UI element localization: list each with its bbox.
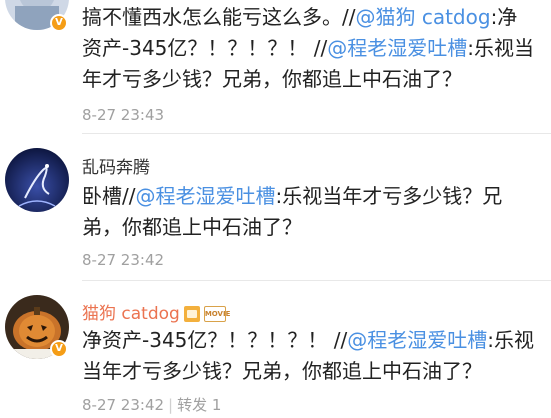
comment-time: 8-27 23:43	[82, 106, 165, 124]
mention-link[interactable]: @程老湿爱吐槽	[347, 328, 487, 352]
comment-text: 净资产-345亿？！？！？！ //@程老湿爱吐槽:乐视当年才亏多少钱？兄弟，你都…	[82, 328, 534, 383]
divider	[82, 133, 551, 134]
verified-badge-icon: V	[50, 14, 68, 32]
username[interactable]: 乱码奔腾	[82, 158, 150, 178]
repost-button[interactable]: 转发 1	[177, 396, 221, 414]
comment-1: V 搞不懂西水怎么能亏这么多。//@猫狗 catdog:净资产-345亿？！？！…	[0, 0, 551, 134]
avatar[interactable]	[5, 148, 69, 212]
divider	[82, 280, 551, 281]
comment-meta: 8-27 23:42 | 转发 1	[82, 396, 221, 414]
verified-badge-icon: V	[50, 340, 68, 358]
mention-link[interactable]: @猫狗 catdog	[355, 5, 490, 29]
comment-time: 8-27 23:42	[82, 396, 165, 414]
comment-text: 搞不懂西水怎么能亏这么多。//@猫狗 catdog:净资产-345亿？！？！？！…	[82, 5, 534, 91]
movie-badge-icon: MOVIE	[203, 306, 230, 322]
separator: |	[168, 396, 174, 414]
mention-link[interactable]: @程老湿爱吐槽	[327, 36, 467, 60]
mention-link[interactable]: @程老湿爱吐槽	[135, 184, 275, 208]
comment-time: 8-27 23:42	[82, 251, 165, 269]
username[interactable]: 猫狗 catdog MOVIE	[82, 304, 230, 324]
member-crown-icon	[183, 306, 200, 322]
comment-text: 卧槽//@程老湿爱吐槽:乐视当年才亏多少钱？兄弟，你都追上中石油了？	[82, 184, 503, 239]
